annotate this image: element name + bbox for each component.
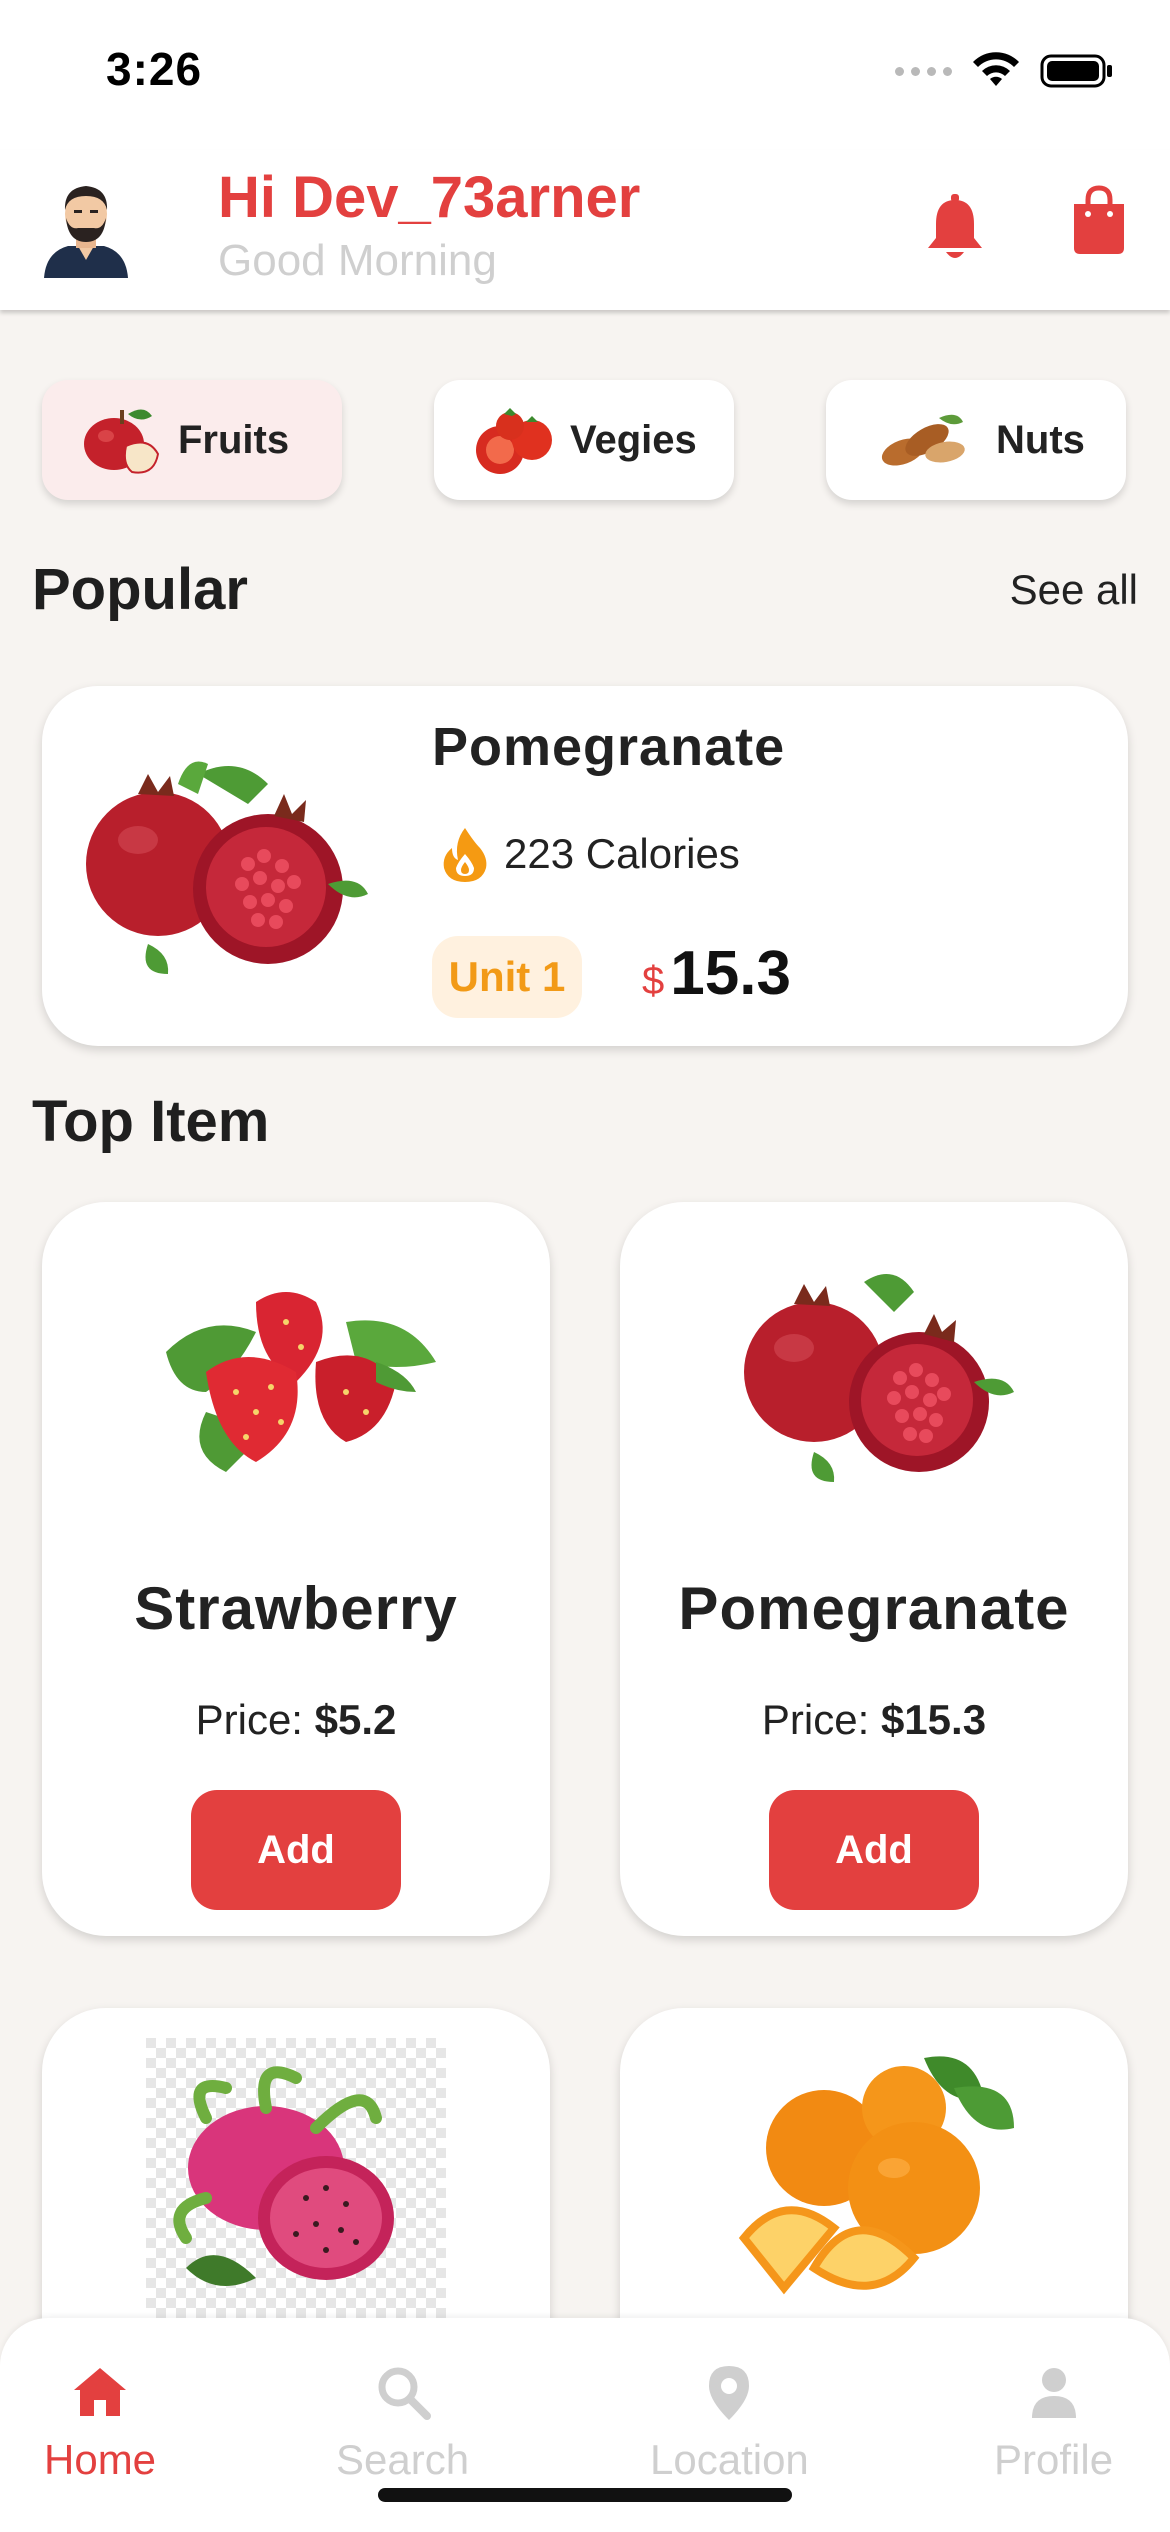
tomato-icon (476, 408, 552, 474)
currency-symbol: $ (642, 959, 665, 1003)
product-name: Strawberry (134, 1575, 458, 1642)
product-card-pomegranate[interactable]: Pomegranate Price: $15.3 Add (620, 1202, 1128, 1936)
nav-label: Profile (994, 2436, 1114, 2483)
strawberry-image (166, 1292, 436, 1472)
price-label: Price: (761, 1696, 870, 1743)
greeting-title: Hi Dev_73arner (218, 165, 641, 230)
nav-label: Home (44, 2436, 157, 2483)
unit-badge: Unit 1 (432, 936, 582, 1018)
shopping-bag-icon[interactable] (1070, 184, 1128, 256)
product-name: Pomegranate (678, 1575, 1070, 1642)
nav-home[interactable]: Home (44, 2362, 156, 2484)
home-icon (74, 2368, 127, 2416)
category-nuts[interactable]: Nuts (826, 380, 1126, 500)
signal-icon (895, 66, 952, 76)
avatar[interactable] (38, 174, 134, 278)
add-button[interactable]: Add (769, 1790, 979, 1910)
price-value: $5.2 (314, 1696, 397, 1743)
nav-label: Search (336, 2436, 470, 2483)
nav-location[interactable]: Location (650, 2362, 809, 2484)
popular-title: Popular (32, 557, 248, 622)
wifi-icon (973, 52, 1019, 86)
search-icon (378, 2367, 431, 2420)
nav-profile[interactable]: Profile (994, 2362, 1113, 2484)
person-icon (1031, 2368, 1076, 2418)
app-header: Hi Dev_73arner Good Morning (0, 150, 1170, 310)
calories-text: 223 Calories (504, 830, 740, 877)
flame-icon (443, 828, 487, 882)
see-all-link[interactable]: See all (1010, 566, 1138, 614)
greeting-subtitle: Good Morning (218, 236, 497, 285)
home-indicator (378, 2488, 792, 2502)
bell-icon[interactable] (922, 192, 988, 264)
category-label: Vegies (570, 417, 697, 462)
nav-search[interactable]: Search (336, 2362, 469, 2484)
category-vegies[interactable]: Vegies (434, 380, 734, 500)
product-card-strawberry[interactable]: Strawberry Price: $5.2 Add (42, 1202, 550, 1936)
pomegranate-image (744, 1274, 1014, 1482)
status-icons (895, 52, 1114, 90)
popular-card[interactable]: Pomegranate 223 Calories Unit 1 $ 15.3 (42, 686, 1128, 1046)
price-label: Price: (195, 1696, 303, 1743)
location-pin-icon (709, 2366, 750, 2420)
top-item-title: Top Item (32, 1089, 270, 1154)
dragon-fruit-image (146, 2038, 446, 2318)
category-label: Fruits (178, 417, 290, 462)
status-bar: 3:26 (0, 0, 1170, 150)
product-price: Price: $5.2 (42, 1696, 550, 1744)
orange-image (738, 2056, 1014, 2295)
price-amount: 15.3 (670, 939, 791, 1008)
apple-icon (84, 409, 160, 474)
product-price: Price: $15.3 (620, 1696, 1128, 1744)
price-value: $15.3 (880, 1696, 987, 1743)
status-time: 3:26 (106, 43, 203, 95)
pomegranate-image (86, 761, 368, 974)
add-button[interactable]: Add (191, 1790, 401, 1910)
popular-price: $ 15.3 (642, 938, 791, 1009)
category-fruits[interactable]: Fruits (42, 380, 342, 500)
category-label: Nuts (996, 417, 1085, 462)
nav-label: Location (650, 2436, 809, 2483)
popular-item-name: Pomegranate (432, 717, 786, 777)
almond-icon (881, 414, 965, 466)
battery-icon (1040, 54, 1112, 88)
